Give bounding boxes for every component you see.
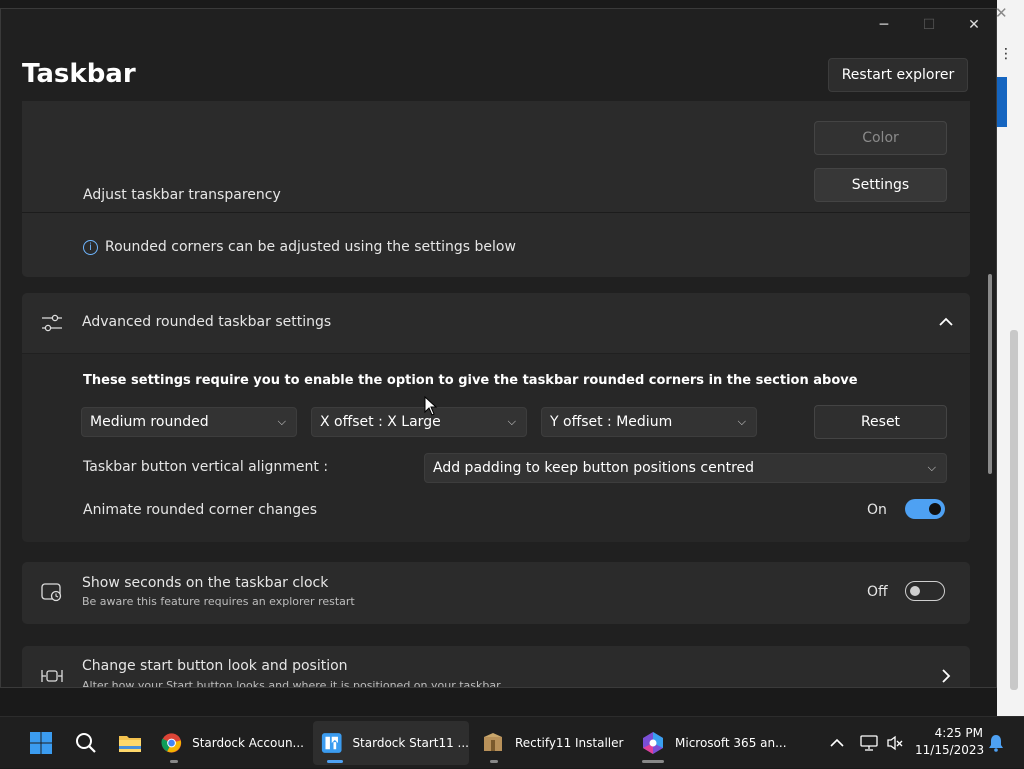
info-icon: i (83, 240, 98, 255)
animate-toggle[interactable] (905, 499, 945, 519)
transparency-label: Adjust taskbar transparency (83, 187, 281, 203)
page-title: Taskbar (22, 59, 136, 89)
advanced-rounded-header[interactable]: Advanced rounded taskbar settings (22, 293, 970, 353)
reset-button[interactable]: Reset (814, 405, 947, 439)
windows-logo-icon (30, 732, 52, 754)
restart-explorer-button[interactable]: Restart explorer (828, 58, 968, 92)
seconds-toggle[interactable] (905, 581, 945, 601)
taskbar-app-0[interactable]: Stardock Accoun... (158, 721, 304, 765)
seconds-card: Show seconds on the taskbar clock Be awa… (22, 562, 970, 624)
start-button-title: Change start button look and position (82, 658, 348, 674)
transparency-settings-button[interactable]: Settings (814, 168, 947, 202)
chevron-down-icon: ⌵ (507, 415, 516, 428)
search-button[interactable] (70, 721, 102, 765)
background-accent-bar (997, 77, 1007, 127)
toggle-knob (910, 586, 920, 596)
mouse-cursor-icon (424, 396, 438, 416)
volume-button[interactable] (886, 717, 904, 769)
chevron-up-icon (830, 738, 844, 747)
advanced-title: Advanced rounded taskbar settings (82, 314, 332, 330)
chevron-down-icon: ⌵ (927, 461, 936, 474)
x-offset-select[interactable]: X offset : X Large ⌵ (311, 407, 527, 437)
chrome-icon (161, 733, 182, 753)
background-window: ✕ ⋮ (995, 0, 1024, 716)
running-indicator (642, 760, 664, 763)
window-scrollbar[interactable] (988, 274, 992, 474)
tray-overflow-button[interactable] (830, 717, 844, 769)
seconds-subtitle: Be aware this feature requires an explor… (82, 595, 355, 608)
toggle-knob (929, 503, 941, 515)
minimize-button[interactable]: ─ (861, 13, 907, 37)
corner-radius-select[interactable]: Medium rounded ⌵ (81, 407, 297, 437)
folder-icon (119, 736, 141, 752)
taskbar-app-label: Rectify11 Installer (515, 736, 624, 750)
chevron-up-icon[interactable] (939, 317, 953, 327)
taskbar: Stardock Accoun... Stardock Start11 ... … (0, 716, 1024, 768)
chevron-right-icon (942, 669, 951, 683)
color-button[interactable]: Color (814, 121, 947, 155)
taskbar-app-3[interactable]: Microsoft 365 an... (638, 721, 788, 765)
installer-icon (484, 733, 502, 751)
sliders-icon (42, 314, 62, 332)
y-offset-value: Y offset : Medium (550, 414, 673, 430)
alignment-value: Add padding to keep button positions cen… (433, 460, 755, 476)
seconds-state: Off (867, 584, 888, 600)
close-button[interactable]: ✕ (951, 13, 996, 37)
animate-state: On (867, 502, 887, 518)
rounded-corners-info: Rounded corners can be adjusted using th… (105, 239, 516, 255)
volume-muted-icon (887, 735, 903, 751)
network-button[interactable] (860, 717, 878, 769)
search-icon (76, 733, 96, 753)
running-indicator (170, 760, 178, 763)
chevron-down-icon: ⌵ (737, 415, 746, 428)
clock-screen-icon (41, 583, 62, 602)
start11-icon (321, 733, 342, 753)
file-explorer-button[interactable] (114, 721, 146, 765)
taskbar-app-1[interactable]: Stardock Start11 ... (313, 721, 469, 765)
alignment-select[interactable]: Add padding to keep button positions cen… (424, 453, 947, 483)
seconds-title: Show seconds on the taskbar clock (82, 575, 329, 591)
transparency-card: Color Adjust taskbar transparency Settin… (22, 101, 970, 277)
bell-icon (989, 735, 1003, 752)
taskbar-app-2[interactable]: Rectify11 Installer (478, 721, 628, 765)
settings-content: Color Adjust taskbar transparency Settin… (1, 101, 996, 688)
start-button[interactable] (24, 721, 58, 765)
running-indicator (490, 760, 498, 763)
alignment-label: Taskbar button vertical alignment : (83, 459, 329, 475)
notifications-button[interactable] (988, 717, 1004, 769)
taskbar-app-label: Stardock Start11 ... (352, 736, 469, 750)
settings-window: ─ ☐ ✕ Taskbar Restart explorer Color Adj… (0, 8, 997, 688)
animate-label: Animate rounded corner changes (83, 502, 317, 518)
clock-time: 4:25 PM (934, 726, 983, 740)
y-offset-select[interactable]: Y offset : Medium ⌵ (541, 407, 757, 437)
more-options-icon: ⋮ (999, 46, 1013, 62)
start-position-icon (41, 670, 63, 682)
taskbar-app-label: Stardock Accoun... (192, 736, 304, 750)
start-button-card[interactable]: Change start button look and position Al… (22, 646, 970, 688)
background-scrollbar (1010, 330, 1018, 690)
taskbar-app-label: Microsoft 365 an... (675, 736, 787, 750)
system-clock[interactable]: 4:25 PM 11/15/2023 (915, 725, 985, 759)
chevron-down-icon: ⌵ (277, 415, 286, 428)
network-icon (860, 735, 878, 751)
advanced-rounded-body: These settings require you to enable the… (22, 354, 970, 542)
maximize-button[interactable]: ☐ (906, 13, 952, 37)
corner-radius-value: Medium rounded (90, 414, 209, 430)
advanced-notice: These settings require you to enable the… (83, 373, 858, 388)
m365-icon (643, 732, 663, 754)
card-divider (22, 212, 970, 213)
title-bar: ─ ☐ ✕ (1, 9, 996, 41)
start-button-subtitle: Alter how your Start button looks and wh… (82, 679, 504, 688)
x-offset-value: X offset : X Large (320, 414, 441, 430)
active-indicator (327, 760, 343, 763)
clock-date: 11/15/2023 (915, 743, 985, 757)
